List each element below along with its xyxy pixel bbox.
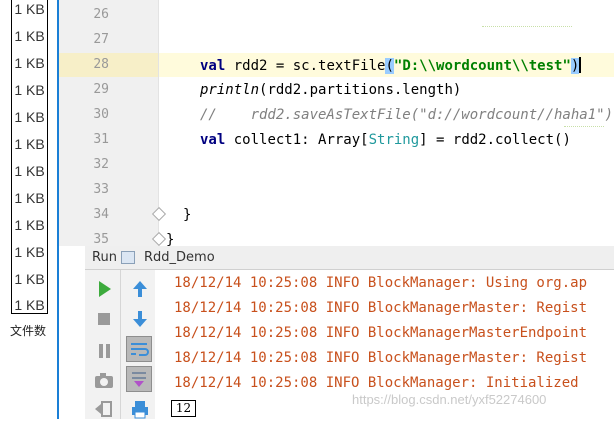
file-size-cell: 1 KB: [14, 1, 45, 17]
watermark: https://blog.csdn.net/yxf52274600: [352, 392, 547, 407]
camera-icon[interactable]: [91, 368, 117, 394]
file-size-cell: 1 KB: [14, 163, 45, 179]
file-size-cell: 1 KB: [14, 244, 45, 260]
run-tab-rdd-demo[interactable]: Rdd_Demo: [144, 250, 215, 265]
code-line-35[interactable]: }: [166, 232, 174, 246]
matched-paren: (: [385, 58, 394, 74]
code-text: ] = rdd2.collect(): [419, 132, 571, 148]
code-line-31[interactable]: val collect1: Array[String] = rdd2.colle…: [200, 132, 571, 148]
scroll-to-end-icon[interactable]: [126, 366, 152, 392]
keyword: val: [200, 58, 226, 74]
line-number: 34: [93, 207, 109, 222]
toolbar-separator: [120, 270, 121, 419]
file-size-cell: 1 KB: [14, 109, 45, 125]
code-line-29[interactable]: println(rdd2.partitions.length): [200, 82, 461, 98]
log-line: 18/12/14 10:25:08 INFO BlockManagerMaste…: [174, 350, 588, 366]
code-text: (rdd2.partitions.length): [259, 82, 462, 98]
inspection-underline: [482, 24, 572, 27]
code-line-30[interactable]: // rdd2.saveAsTextFile("d://wordcount//h…: [200, 107, 613, 123]
line-number: 32: [93, 157, 109, 172]
line-number: 27: [93, 32, 109, 47]
file-size-cell: 1 KB: [14, 136, 45, 152]
code-editor[interactable]: 26 27 28 29 30 31 32 33 34 35 val rdd2 =…: [59, 0, 614, 246]
exit-icon[interactable]: [91, 396, 117, 422]
line-number: 29: [93, 82, 109, 97]
line-number: 35: [93, 232, 109, 246]
text-caret: [579, 57, 582, 73]
run-panel-label: Run: [92, 250, 117, 265]
code-line-34[interactable]: }: [183, 207, 191, 223]
console-input[interactable]: 12: [171, 400, 196, 417]
run-panel-header: Run Rdd_Demo: [85, 246, 614, 270]
log-line: 18/12/14 10:25:08 INFO BlockManager: Ini…: [174, 375, 579, 391]
file-size-cell: 1 KB: [14, 217, 45, 233]
soft-wrap-icon[interactable]: [126, 336, 152, 362]
log-line: 18/12/14 10:25:08 INFO BlockManagerMaste…: [174, 325, 588, 341]
run-config-icon: [121, 251, 135, 264]
run-icon[interactable]: [91, 276, 117, 302]
file-size-cell: 1 KB: [14, 190, 45, 206]
code-text: collect1: Array[: [225, 132, 369, 148]
file-size-cell: 1 KB: [14, 297, 45, 313]
line-number: 31: [93, 132, 109, 147]
file-size-cell: 1 KB: [14, 82, 45, 98]
stop-icon[interactable]: [91, 306, 117, 332]
file-size-cell: 1 KB: [14, 55, 45, 71]
log-line: 18/12/14 10:25:08 INFO BlockManagerMaste…: [174, 300, 588, 316]
line-number: 26: [93, 7, 109, 22]
log-line: 18/12/14 10:25:08 INFO BlockManager: Usi…: [174, 275, 588, 291]
matched-paren: ): [570, 58, 580, 74]
string-literal: "D:\\wordcount\\test": [393, 58, 571, 74]
file-size-column: 1 KB 1 KB 1 KB 1 KB 1 KB 1 KB 1 KB 1 KB …: [11, 0, 48, 314]
line-number: 28: [93, 57, 109, 72]
line-number: 30: [93, 107, 109, 122]
file-size-cell: 1 KB: [14, 28, 45, 44]
file-size-cell: 1 KB: [14, 271, 45, 287]
line-number: 33: [93, 182, 109, 197]
inspection-underline: [564, 124, 604, 127]
pause-icon[interactable]: [91, 338, 117, 364]
file-count-caption: 文件数: [10, 324, 47, 338]
print-icon[interactable]: [127, 396, 153, 422]
type-name: String: [368, 132, 420, 148]
function-name: println: [200, 82, 260, 98]
keyword: val: [200, 132, 226, 148]
code-line-28[interactable]: val rdd2 = sc.textFile("D:\\wordcount\\t…: [200, 57, 582, 74]
code-text: rdd2 = sc.textFile: [225, 58, 386, 74]
run-toolbar: [85, 270, 155, 419]
down-arrow-icon[interactable]: [127, 306, 153, 332]
up-arrow-icon[interactable]: [127, 276, 153, 302]
